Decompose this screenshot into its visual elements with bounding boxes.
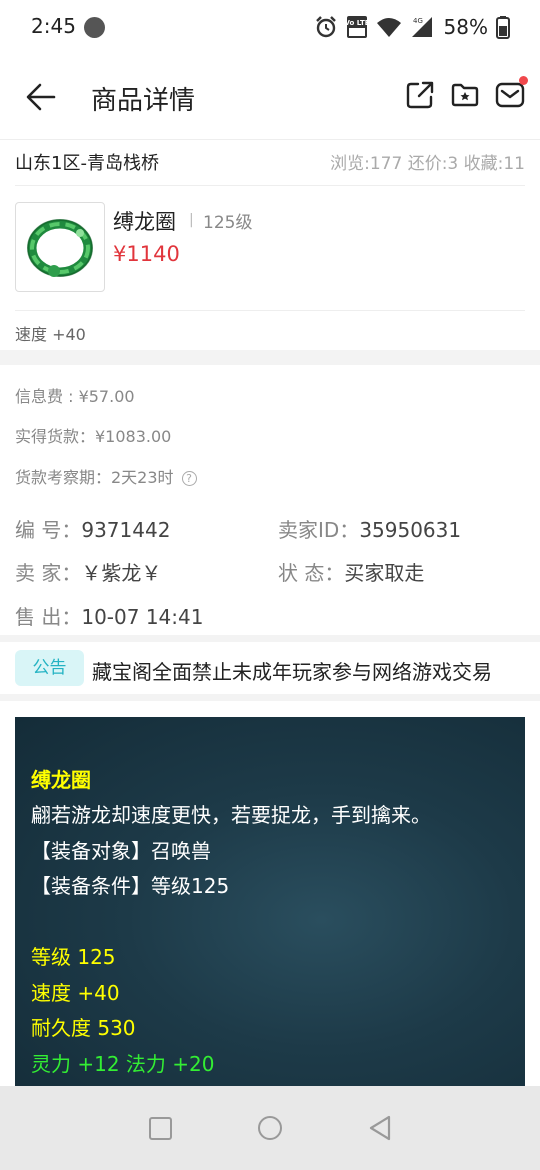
divider	[15, 310, 525, 311]
status-icons: Vo LTE 4G 58%	[314, 14, 510, 40]
server-name: 山东1区-青岛栈桥	[15, 153, 159, 174]
seller-value: ￥紫龙￥	[81, 561, 162, 585]
wifi-icon	[376, 18, 401, 37]
page-title: 商品详情	[91, 86, 196, 116]
item-tooltip: 缚龙圈 翩若游龙却速度更快，若要捉龙，手到擒来。 【装备对象】召唤兽 【装备条件…	[15, 717, 525, 1086]
tooltip-speed: 速度 +40	[31, 981, 120, 1005]
home-circle-icon[interactable]	[258, 1116, 282, 1140]
seller-id-label: 卖家ID：	[278, 518, 360, 542]
order-id-row: 编 号：9371442	[15, 514, 170, 543]
item-separator: |	[189, 212, 194, 228]
system-nav-bar	[0, 1086, 540, 1170]
actual-payment: 实得货款：¥1083.00	[15, 427, 172, 446]
volte-label: Vo LTE	[346, 19, 368, 27]
seller-label: 卖 家：	[15, 561, 82, 585]
order-id-value: 9371442	[81, 518, 171, 542]
unread-dot	[519, 76, 528, 85]
notice-bar[interactable]: 公告 藏宝阁全面禁止未成年玩家参与网络游戏交易	[0, 642, 540, 694]
sold-value: 10-07 14:41	[81, 605, 204, 629]
recents-square-icon[interactable]	[149, 1117, 172, 1140]
tooltip-description: 翩若游龙却速度更快，若要捉龙，手到擒来。	[31, 803, 431, 827]
notice-badge: 公告	[15, 650, 84, 686]
status-bar: 2:45 Vo LTE 4G 58%	[0, 0, 540, 56]
item-name: 缚龙圈	[113, 210, 176, 234]
section-gap	[0, 350, 540, 365]
status-label: 状 态：	[278, 561, 345, 585]
item-price: ¥1140	[113, 242, 180, 266]
tooltip-bonus: 灵力 +12 法力 +20	[31, 1052, 215, 1076]
mail-button[interactable]	[495, 76, 528, 110]
review-period: 货款考察期：2天23时	[15, 468, 174, 487]
item-attribute: 速度 +40	[15, 325, 86, 344]
folder-icon[interactable]	[450, 80, 480, 110]
notice-text: 藏宝阁全面禁止未成年玩家参与网络游戏交易	[92, 660, 492, 684]
seller-row: 卖 家：￥紫龙￥	[15, 557, 161, 586]
tooltip-level: 等级 125	[31, 945, 116, 969]
sold-row: 售 出：10-07 14:41	[15, 601, 203, 630]
back-triangle-icon[interactable]	[368, 1115, 392, 1141]
item-level: 125级	[203, 213, 253, 233]
tooltip-name: 缚龙圈	[31, 768, 91, 792]
back-arrow-icon[interactable]	[24, 80, 58, 114]
tooltip-equip-condition: 【装备条件】等级125	[31, 874, 230, 898]
item-thumbnail[interactable]	[15, 202, 105, 292]
status-value: 买家取走	[344, 561, 425, 585]
alarm-icon	[315, 16, 336, 38]
header: 商品详情	[0, 56, 540, 140]
sold-label: 售 出：	[15, 605, 82, 629]
share-icon[interactable]	[405, 80, 435, 110]
section-gap	[0, 635, 540, 642]
help-icon[interactable]: ?	[181, 471, 197, 486]
item-stats: 浏览:177 还价:3 收藏:11	[330, 154, 525, 174]
info-fee: 信息费 : ¥57.00	[15, 387, 135, 406]
battery-icon	[496, 16, 510, 39]
battery-percentage: 58%	[443, 15, 488, 39]
network-label: 4G	[413, 17, 423, 25]
seller-id-value: 35950631	[359, 518, 462, 542]
volte-icon: Vo LTE	[346, 16, 368, 38]
section-gap	[0, 694, 540, 701]
tooltip-durability: 耐久度 530	[31, 1016, 136, 1040]
jade-ring-icon	[27, 219, 93, 277]
status-time: 2:45	[31, 14, 76, 38]
order-id-label: 编 号：	[15, 518, 82, 542]
circle-notification-icon	[84, 17, 105, 38]
review-period-row: 货款考察期：2天23时?	[15, 464, 197, 488]
status-row: 状 态：买家取走	[278, 557, 424, 586]
signal-4g-icon: 4G	[411, 17, 432, 37]
tooltip-equip-target: 【装备对象】召唤兽	[31, 839, 211, 863]
seller-id-row: 卖家ID：35950631	[278, 514, 461, 543]
location-row: 山东1区-青岛栈桥 浏览:177 还价:3 收藏:11	[15, 140, 525, 186]
